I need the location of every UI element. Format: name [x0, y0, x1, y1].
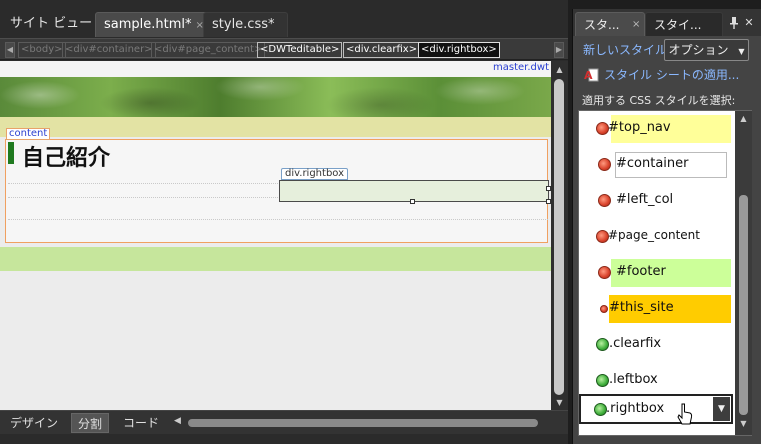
selected-style-name: .rightbox	[606, 401, 665, 416]
tab-label: スタ...	[584, 18, 620, 32]
view-mode-bar: デザイン 分割 コード ◀	[0, 410, 568, 434]
scroll-thumb[interactable]	[188, 419, 538, 427]
tab-label: sample.html*	[104, 17, 192, 32]
scroll-left-icon[interactable]: ◀	[5, 42, 15, 58]
code-view-button[interactable]: コード	[117, 413, 165, 433]
page-heading[interactable]: 自己紹介	[22, 140, 110, 172]
style-name: #container	[616, 156, 689, 171]
scroll-left-icon[interactable]: ◀	[174, 416, 181, 426]
select-style-label: 適用する CSS スタイルを選択:	[582, 94, 736, 107]
scroll-thumb[interactable]	[739, 195, 748, 415]
tag-body[interactable]: <body>	[18, 42, 66, 58]
red-dot-icon	[598, 158, 611, 171]
content-region-label: content	[6, 128, 51, 140]
red-dot-icon	[598, 194, 611, 207]
tag-page-content[interactable]: <div#page_content>	[151, 42, 266, 58]
tag-dwteditable[interactable]: <DWTeditable>	[257, 42, 343, 58]
list-item[interactable]: #container	[579, 147, 733, 183]
list-item[interactable]: #page_content	[579, 219, 733, 255]
template-name: master.dwt	[493, 62, 549, 73]
rightbox-element[interactable]	[279, 180, 551, 204]
dropdown-button[interactable]: ▼	[713, 397, 730, 421]
red-dot-icon	[600, 305, 608, 313]
list-item[interactable]: #left_col	[579, 183, 733, 219]
list-item[interactable]: .clearfix	[579, 327, 733, 363]
footer-region	[0, 247, 551, 271]
tab-css-styles[interactable]: スタ... ×	[575, 12, 645, 36]
header-image	[0, 77, 551, 117]
tab-label: サイト ビュー	[10, 16, 93, 31]
tag-selector-bar: ◀ <body> <div#container> <div#page_conte…	[0, 38, 568, 60]
scroll-down-icon[interactable]: ▼	[738, 419, 749, 428]
attach-stylesheet-link[interactable]: スタイル シートの適用...	[604, 66, 739, 83]
close-icon[interactable]: ✕	[743, 17, 755, 29]
attach-stylesheet-icon: A	[584, 68, 599, 82]
guide-line	[8, 219, 548, 220]
style-name: #page_content	[608, 228, 700, 242]
red-dot-icon	[598, 266, 611, 279]
pin-icon[interactable]	[729, 17, 739, 29]
scroll-down-icon[interactable]: ▼	[554, 397, 565, 408]
options-label: オプション	[668, 43, 729, 57]
scroll-up-icon[interactable]: ▲	[554, 64, 565, 75]
scroll-thumb[interactable]	[554, 79, 564, 395]
close-icon[interactable]: ×	[632, 13, 640, 37]
list-scrollbar[interactable]: ▲ ▼	[735, 111, 752, 435]
green-dot-icon	[596, 374, 609, 387]
split-view-button[interactable]: 分割	[71, 413, 110, 433]
resize-handle[interactable]	[410, 199, 415, 204]
tab-label: スタイ...	[654, 18, 702, 32]
tab-style-rendering[interactable]: スタイ...	[645, 12, 723, 36]
scroll-right-icon[interactable]: ▶	[554, 42, 564, 58]
heading-accent-bar	[8, 142, 14, 164]
style-name: #footer	[616, 264, 666, 279]
selected-style-item[interactable]: .rightbox ▼	[579, 394, 733, 425]
style-name: .leftbox	[609, 372, 658, 387]
tag-rightbox[interactable]: <div.rightbox>	[418, 42, 500, 58]
document-window: サイト ビュー sample.html* × style.css* ◀ <body…	[0, 0, 568, 444]
style-name: #this_site	[609, 300, 674, 315]
list-item[interactable]: #this_site	[579, 291, 733, 327]
chevron-down-icon: ▼	[718, 404, 725, 414]
top-nav-region	[0, 117, 551, 137]
options-button[interactable]: オプション ▼	[664, 39, 749, 61]
style-name: #left_col	[616, 192, 674, 207]
pointer-cursor-icon	[677, 403, 693, 425]
design-view-button[interactable]: デザイン	[4, 413, 64, 433]
rightbox-label: div.rightbox	[281, 168, 349, 180]
green-dot-icon	[596, 338, 609, 351]
tab-style-css[interactable]: style.css*	[203, 12, 288, 37]
tab-sample-html[interactable]: sample.html* ×	[95, 12, 213, 37]
tab-site-view[interactable]: サイト ビュー	[2, 12, 100, 37]
list-item[interactable]: #top_nav	[579, 111, 733, 147]
list-item[interactable]: #footer	[579, 255, 733, 291]
style-name: .clearfix	[609, 336, 662, 351]
vertical-scrollbar[interactable]: ▲ ▼	[551, 61, 568, 410]
css-styles-panel: スタ... × スタイ... ✕ 新しいスタイル... オプション ▼ A スタ…	[572, 9, 761, 444]
design-canvas[interactable]: master.dwt content 自己紹介 div.rightbox	[0, 61, 551, 410]
template-strip: master.dwt	[0, 61, 551, 77]
tab-label: style.css*	[212, 17, 275, 32]
style-list[interactable]: #top_nav #container #left_col #page_cont…	[578, 110, 752, 436]
style-name: #top_nav	[608, 120, 671, 135]
horizontal-scrollbar[interactable]: ◀	[172, 416, 552, 430]
document-tab-bar: サイト ビュー sample.html* × style.css*	[0, 9, 568, 37]
svg-text:A: A	[584, 69, 593, 82]
tag-container[interactable]: <div#container>	[62, 42, 156, 58]
tag-clearfix[interactable]: <div.clearfix>	[343, 42, 421, 58]
panel-body: 新しいスタイル... オプション ▼ A スタイル シートの適用... 適用する…	[573, 36, 761, 444]
scroll-up-icon[interactable]: ▲	[738, 114, 749, 123]
chevron-down-icon: ▼	[738, 47, 745, 56]
